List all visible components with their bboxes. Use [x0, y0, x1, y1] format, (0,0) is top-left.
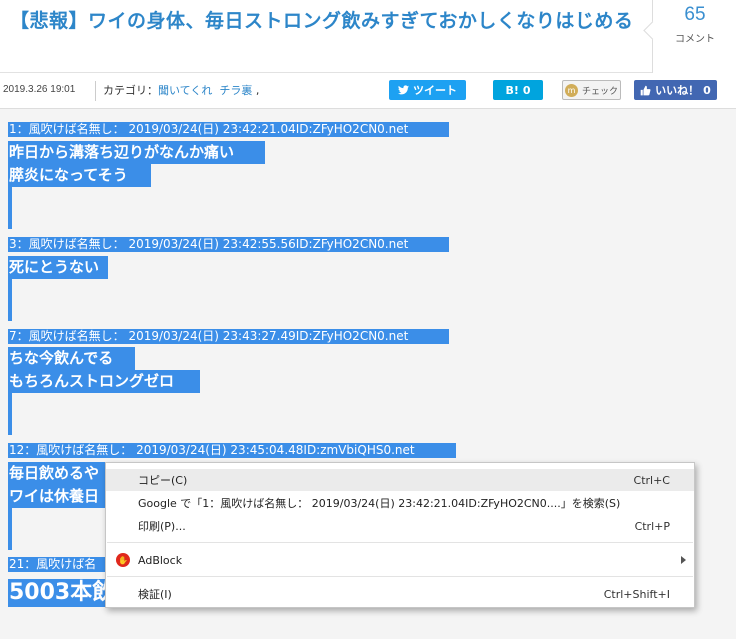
category-prefix: カテゴリ：: [103, 84, 158, 97]
post-date: 2019.3.26 19:01: [3, 84, 76, 95]
menu-label: AdBlock: [138, 553, 183, 567]
menu-item-print[interactable]: 印刷(P)... Ctrl+P: [106, 515, 694, 537]
comment-count-box[interactable]: 65 コメント: [652, 0, 736, 73]
menu-item-inspect[interactable]: 検証(I) Ctrl+Shift+I: [106, 583, 694, 605]
hatena-count: 0: [522, 83, 531, 97]
category-link-1[interactable]: 聞いてくれ: [158, 84, 212, 97]
selection-bar: [8, 279, 12, 321]
menu-item-google-search[interactable]: Google で「1：風吹けば名無し： 2019/03/24(日) 23:42:…: [106, 492, 694, 514]
post-line: 膵炎になってそう: [8, 164, 151, 187]
meta-divider: [95, 81, 96, 101]
menu-divider: [107, 576, 693, 577]
category-line: カテゴリ：聞いてくれ チラ裏 ,: [103, 82, 259, 98]
post-header: 1：風吹けば名無し： 2019/03/24(日) 23:42:21.04ID:Z…: [8, 122, 449, 137]
adblock-icon: ✋: [116, 553, 130, 567]
post-line: 毎日飲めるや: [8, 462, 112, 485]
mixi-label: チェック: [581, 86, 618, 97]
menu-item-adblock[interactable]: ✋ AdBlock: [106, 549, 694, 571]
meta-bar: 2019.3.26 19:01 カテゴリ：聞いてくれ チラ裏 , ツイート B!…: [0, 73, 736, 109]
hatena-bookmark-button[interactable]: B! 0: [493, 80, 543, 100]
menu-label: 検証(I): [138, 588, 172, 601]
post-header: 21：風吹けば名: [8, 557, 112, 572]
selection-bar: [8, 187, 12, 229]
mixi-icon: m: [564, 83, 578, 97]
category-link-2[interactable]: チラ裏: [219, 84, 252, 97]
menu-divider: [107, 542, 693, 543]
post-line: ちな今飲んでる: [8, 347, 135, 370]
post-line: もちろんストロングゼロ: [8, 370, 200, 393]
thumbs-up-icon: [640, 85, 651, 95]
post-line: 昨日から溝落ち辺りがなんか痛い: [8, 141, 265, 164]
article-header: 【悲報】ワイの身体、毎日ストロング飲みすぎておかしくなりはじめる 65 コメント: [0, 0, 736, 73]
menu-label: コピー(C): [138, 474, 188, 487]
post-line: ワイは休養日: [8, 485, 112, 508]
selection-bar: [8, 393, 12, 435]
hatena-label: B!: [505, 83, 519, 97]
comment-count: 65: [684, 4, 706, 25]
post-header: 7：風吹けば名無し： 2019/03/24(日) 23:43:27.49ID:Z…: [8, 329, 449, 344]
menu-label: 印刷(P)...: [138, 520, 186, 533]
menu-label: Google で「1：風吹けば名無し： 2019/03/24(日) 23:42:…: [138, 497, 621, 510]
facebook-like-button[interactable]: いいね！ 0: [634, 80, 717, 100]
post-header: 3：風吹けば名無し： 2019/03/24(日) 23:42:55.56ID:Z…: [8, 237, 449, 252]
like-count: 0: [703, 83, 711, 97]
submenu-arrow-icon: [681, 556, 686, 564]
tweet-button[interactable]: ツイート: [389, 80, 466, 100]
twitter-icon: [398, 85, 409, 95]
context-menu: コピー(C) Ctrl+C Google で「1：風吹けば名無し： 2019/0…: [105, 462, 695, 608]
category-suffix: ,: [252, 84, 260, 97]
menu-shortcut: Ctrl+C: [633, 473, 670, 487]
mixi-check-button[interactable]: m チェック: [562, 80, 621, 100]
post-line: 死にとうない: [8, 256, 108, 279]
selection-bar: [8, 508, 12, 550]
post-header: 12：風吹けば名無し： 2019/03/24(日) 23:45:04.48ID:…: [8, 443, 456, 458]
like-label: いいね！: [655, 84, 700, 97]
article-title[interactable]: 【悲報】ワイの身体、毎日ストロング飲みすぎておかしくなりはじめる: [10, 8, 635, 35]
comment-label: コメント: [675, 34, 715, 45]
menu-shortcut: Ctrl+Shift+I: [603, 587, 670, 601]
menu-shortcut: Ctrl+P: [634, 519, 670, 533]
tweet-label: ツイート: [413, 84, 457, 97]
menu-item-copy[interactable]: コピー(C) Ctrl+C: [106, 469, 694, 491]
